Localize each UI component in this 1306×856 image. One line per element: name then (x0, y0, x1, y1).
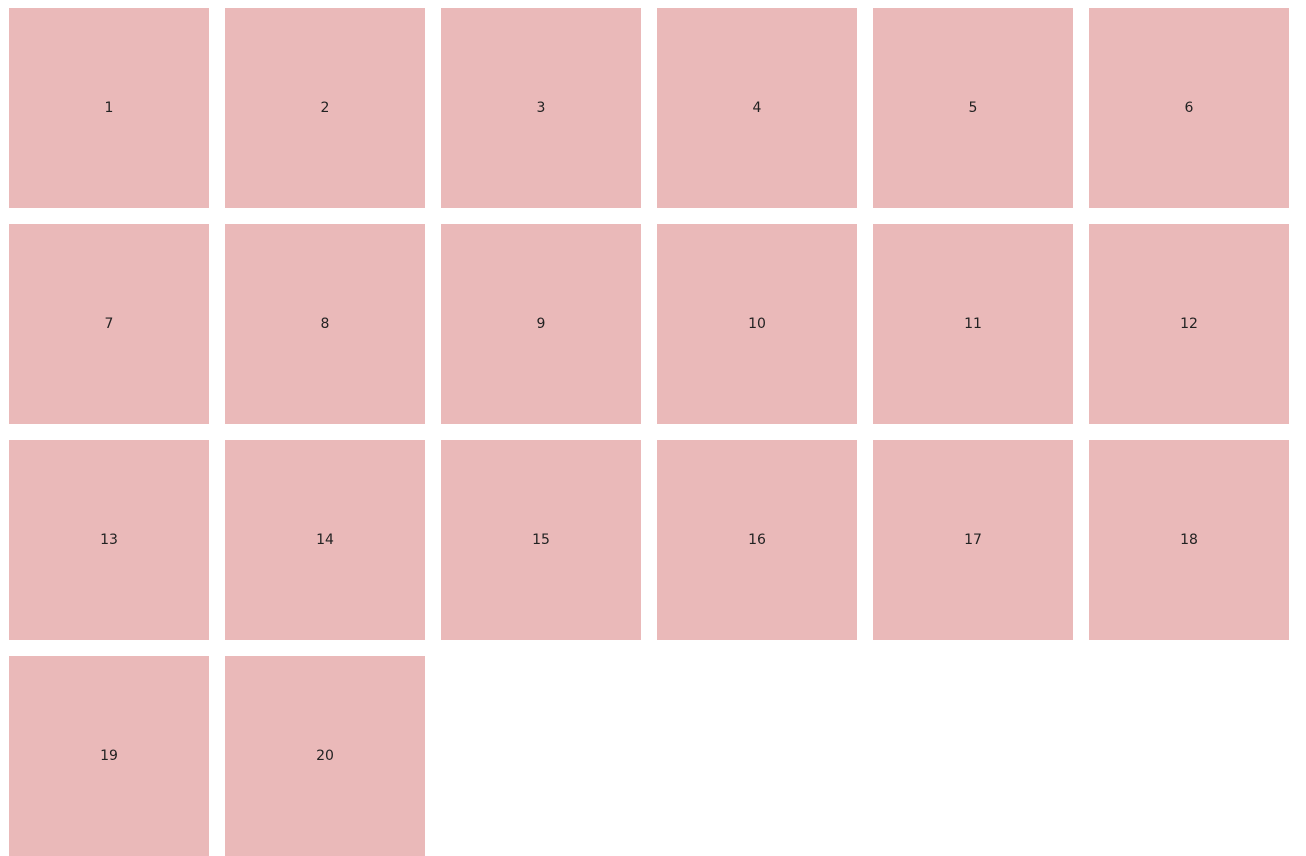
tile-number: 18 (1180, 532, 1198, 548)
grid-tile: 8 (225, 224, 425, 424)
grid-tile: 7 (9, 224, 209, 424)
tile-number: 5 (968, 100, 978, 116)
tile-number: 9 (536, 316, 546, 332)
grid-tile: 19 (9, 656, 209, 856)
tile-number: 1 (104, 100, 114, 116)
grid-tile: 18 (1089, 440, 1289, 640)
tile-number: 3 (536, 100, 546, 116)
tile-number: 10 (748, 316, 766, 332)
tile-number: 11 (964, 316, 982, 332)
grid-tile: 14 (225, 440, 425, 640)
grid-tile: 2 (225, 8, 425, 208)
tile-number: 16 (748, 532, 766, 548)
tile-number: 13 (100, 532, 118, 548)
grid-tile: 17 (873, 440, 1073, 640)
grid-tile: 6 (1089, 8, 1289, 208)
grid-tile: 16 (657, 440, 857, 640)
tile-number: 4 (752, 100, 762, 116)
tile-number: 2 (320, 100, 330, 116)
grid-tile: 1 (9, 8, 209, 208)
tile-number: 12 (1180, 316, 1198, 332)
tile-grid: 1 2 3 4 5 6 7 8 9 10 11 12 13 14 15 16 1… (9, 8, 1289, 856)
tile-number: 20 (316, 748, 334, 764)
grid-tile: 4 (657, 8, 857, 208)
grid-tile: 3 (441, 8, 641, 208)
grid-tile: 11 (873, 224, 1073, 424)
tile-number: 6 (1184, 100, 1194, 116)
tile-number: 7 (104, 316, 114, 332)
grid-tile: 13 (9, 440, 209, 640)
grid-tile: 15 (441, 440, 641, 640)
grid-tile: 9 (441, 224, 641, 424)
tile-number: 14 (316, 532, 334, 548)
grid-tile: 10 (657, 224, 857, 424)
tile-number: 15 (532, 532, 550, 548)
tile-number: 8 (320, 316, 330, 332)
grid-tile: 5 (873, 8, 1073, 208)
grid-tile: 12 (1089, 224, 1289, 424)
grid-tile: 20 (225, 656, 425, 856)
tile-number: 17 (964, 532, 982, 548)
tile-number: 19 (100, 748, 118, 764)
